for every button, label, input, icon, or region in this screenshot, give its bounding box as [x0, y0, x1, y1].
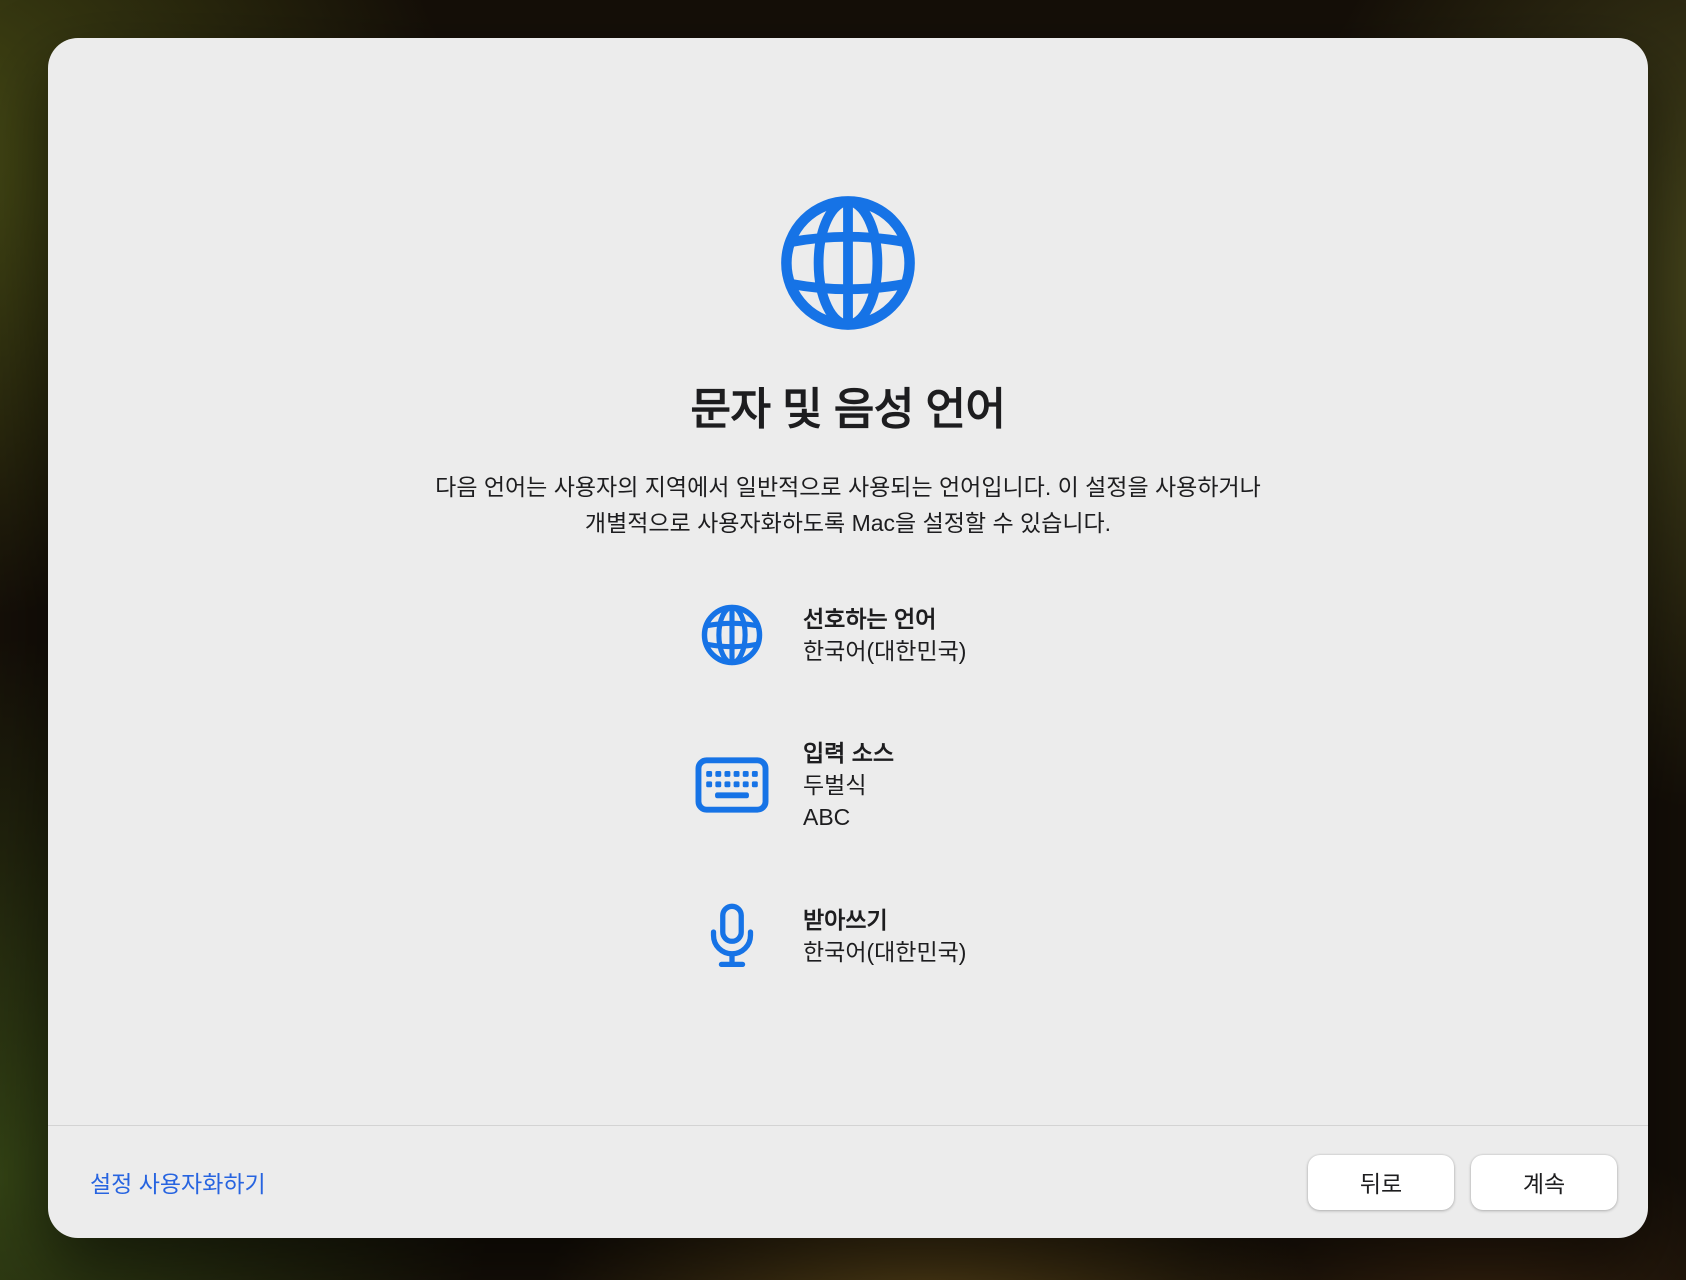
microphone-icon — [693, 903, 771, 969]
description-line-2: 개별적으로 사용자화하도록 Mac을 설정할 수 있습니다. — [435, 505, 1261, 541]
customize-settings-link[interactable]: 설정 사용자화하기 — [90, 1165, 266, 1199]
input-source-value-1: 두벌식 — [803, 769, 894, 801]
footer-bar: 설정 사용자화하기 뒤로 계속 — [48, 1125, 1648, 1238]
setup-assistant-window: 문자 및 음성 언어 다음 언어는 사용자의 지역에서 일반적으로 사용되는 언… — [48, 38, 1648, 1238]
keyboard-icon — [693, 757, 771, 813]
dictation-row: 받아쓰기 한국어(대한민국) — [693, 903, 966, 969]
page-description: 다음 언어는 사용자의 지역에서 일반적으로 사용되는 언어입니다. 이 설정을… — [435, 469, 1261, 541]
back-button[interactable]: 뒤로 — [1308, 1155, 1454, 1210]
continue-button[interactable]: 계속 — [1471, 1155, 1617, 1210]
description-line-1: 다음 언어는 사용자의 지역에서 일반적으로 사용되는 언어입니다. 이 설정을… — [435, 469, 1261, 505]
preferred-language-label: 선호하는 언어 — [803, 603, 966, 635]
input-source-label: 입력 소스 — [803, 737, 894, 769]
input-source-value-2: ABC — [803, 801, 894, 833]
input-source-row: 입력 소스 두벌식 ABC — [693, 737, 966, 833]
preferred-language-row: 선호하는 언어 한국어(대한민국) — [693, 603, 966, 667]
globe-icon — [778, 193, 918, 333]
dictation-label: 받아쓰기 — [803, 904, 966, 936]
globe-icon — [693, 603, 771, 667]
dictation-value: 한국어(대한민국) — [803, 936, 966, 968]
page-title: 문자 및 음성 언어 — [690, 383, 1005, 437]
preferred-language-value: 한국어(대한민국) — [803, 635, 966, 667]
language-settings-list: 선호하는 언어 한국어(대한민국) — [693, 603, 966, 969]
